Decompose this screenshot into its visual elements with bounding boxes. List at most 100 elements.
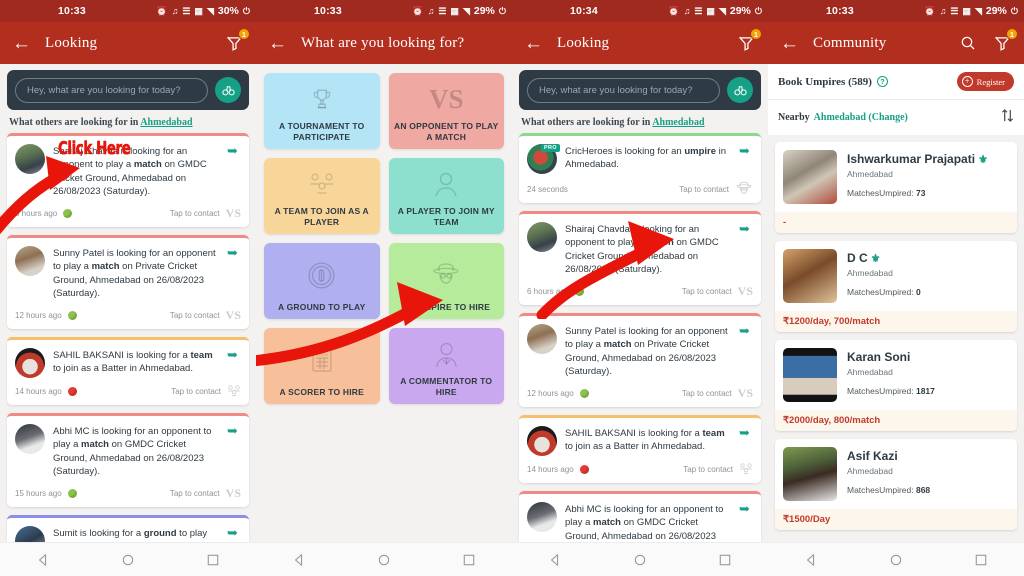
nav-recents-icon[interactable] bbox=[975, 554, 987, 566]
subheading-location[interactable]: Ahmedabad bbox=[652, 117, 704, 128]
avatar bbox=[783, 249, 837, 303]
vibrate-icon: ♫ bbox=[427, 6, 435, 16]
list-item[interactable]: SAHIL BAKSANI is looking for a team to j… bbox=[519, 414, 761, 483]
option-ground[interactable]: A GROUND TO PLAY bbox=[264, 243, 380, 319]
share-icon[interactable]: ➥ bbox=[227, 144, 241, 199]
share-icon[interactable]: ➥ bbox=[227, 526, 241, 542]
binoculars-icon[interactable] bbox=[215, 77, 241, 103]
avatar bbox=[15, 525, 45, 542]
nav-home-icon[interactable] bbox=[122, 554, 134, 566]
nav-home-icon[interactable] bbox=[890, 554, 902, 566]
option-label: A PLAYER TO JOIN MY TEAM bbox=[397, 205, 495, 227]
share-icon[interactable]: ➥ bbox=[739, 502, 753, 542]
scorer-icon: SCORE bbox=[269, 334, 375, 387]
share-icon[interactable]: ➥ bbox=[739, 144, 753, 174]
verified-badge-icon: ⚜ bbox=[870, 252, 881, 265]
system-nav-bar bbox=[768, 542, 1024, 576]
list-item-text: CricHeroes is looking for an umpire in A… bbox=[565, 144, 731, 174]
timestamp: 14 hours ago bbox=[527, 465, 574, 475]
nav-recents-icon[interactable] bbox=[719, 554, 731, 566]
option-team[interactable]: A TEAM TO JOIN AS A PLAYER bbox=[264, 158, 380, 234]
back-arrow-icon[interactable]: ← bbox=[524, 34, 543, 53]
list-item[interactable]: Abhi MC is looking for an opponent to pl… bbox=[519, 490, 761, 542]
list-item[interactable]: Abhi MC is looking for an opponent to pl… bbox=[7, 412, 249, 507]
tap-to-contact[interactable]: Tap to contact bbox=[679, 185, 729, 194]
list-item[interactable]: D C ⚜ Ahmedabad MatchesUmpired: 0 ₹1200/… bbox=[775, 241, 1017, 332]
nav-home-icon[interactable] bbox=[378, 554, 390, 566]
nav-back-icon[interactable] bbox=[549, 553, 561, 566]
tap-to-contact[interactable]: Tap to contact bbox=[170, 489, 220, 498]
cricket-ball-icon bbox=[67, 387, 77, 397]
tap-to-contact[interactable]: Tap to contact bbox=[682, 287, 732, 296]
app-bar: ← Looking 1 bbox=[512, 22, 768, 64]
register-label: Register bbox=[976, 76, 1005, 87]
tap-to-contact[interactable]: Tap to contact bbox=[683, 465, 733, 474]
option-tournament[interactable]: A TOURNAMENT TO PARTICIPATE bbox=[264, 73, 380, 149]
umpire-fee: ₹1200/day, 700/match bbox=[775, 311, 1017, 332]
vibrate-icon: ♫ bbox=[171, 6, 179, 16]
nearby-city-change[interactable]: Ahmedabad (Change) bbox=[814, 112, 908, 123]
share-icon[interactable]: ➥ bbox=[227, 424, 241, 479]
avatar bbox=[527, 425, 557, 456]
list-item[interactable]: PRO CricHeroes is looking for an umpire … bbox=[519, 133, 761, 203]
filter-icon[interactable]: 1 bbox=[736, 28, 762, 53]
tap-to-contact[interactable]: Tap to contact bbox=[170, 209, 220, 218]
list-item[interactable]: Asif Kazi Ahmedabad MatchesUmpired: 868 … bbox=[775, 439, 1017, 530]
option-commentator[interactable]: A COMMENTATOR TO HIRE bbox=[388, 328, 504, 404]
text-bold: match bbox=[645, 237, 674, 249]
vs-icon: VS bbox=[225, 205, 241, 220]
search-input[interactable]: Hey, what are you looking for today? bbox=[15, 77, 208, 103]
nav-back-icon[interactable] bbox=[37, 553, 49, 566]
list-item[interactable]: Sumit is looking for a ground to play ➥ bbox=[7, 514, 249, 542]
share-icon[interactable]: ➥ bbox=[227, 246, 241, 301]
nav-recents-icon[interactable] bbox=[207, 554, 219, 566]
list-item[interactable]: Sunny Patel is looking for an opponent t… bbox=[519, 312, 761, 407]
text-after: to join as a Batter in Ahmedabad. bbox=[53, 363, 193, 375]
option-umpire[interactable]: AN UMPIRE TO HIRE bbox=[388, 243, 504, 319]
list-item[interactable]: Ishwarkumar Prajapati ⚜ Ahmedabad Matche… bbox=[775, 142, 1017, 233]
team-icon bbox=[739, 463, 753, 477]
subheading-location[interactable]: Ahmedabad bbox=[140, 117, 192, 128]
help-icon[interactable]: ? bbox=[876, 76, 888, 87]
nav-home-icon[interactable] bbox=[634, 554, 646, 566]
list-item[interactable]: Shairaj Chavda is looking for an opponen… bbox=[519, 211, 761, 305]
list-item[interactable]: Karan Soni Ahmedabad MatchesUmpired: 181… bbox=[775, 340, 1017, 431]
option-scorer[interactable]: SCORE A SCORER TO HIRE bbox=[264, 328, 380, 404]
list-item[interactable]: SAHIL BAKSANI is looking for a team to j… bbox=[7, 336, 249, 405]
back-arrow-icon[interactable]: ← bbox=[780, 34, 799, 53]
nav-recents-icon[interactable] bbox=[463, 554, 475, 566]
system-nav-bar bbox=[256, 542, 512, 576]
search-icon[interactable] bbox=[958, 33, 978, 53]
search-input[interactable]: Hey, what are you looking for today? bbox=[527, 77, 720, 103]
filter-icon[interactable]: 1 bbox=[224, 28, 250, 53]
option-player[interactable]: A PLAYER TO JOIN MY TEAM bbox=[388, 158, 504, 234]
nav-back-icon[interactable] bbox=[293, 553, 305, 566]
tap-to-contact[interactable]: Tap to contact bbox=[170, 311, 220, 320]
tap-to-contact[interactable]: Tap to contact bbox=[682, 389, 732, 398]
back-arrow-icon[interactable]: ← bbox=[268, 34, 287, 53]
share-icon[interactable]: ➥ bbox=[227, 348, 241, 378]
option-opponent[interactable]: VS AN OPPONENT TO PLAY A MATCH bbox=[388, 73, 504, 149]
list-item-text: Sumit is looking for a ground to play bbox=[53, 526, 219, 542]
list-item-text: Sunny Patel is looking for an opponent t… bbox=[565, 324, 731, 379]
battery-icon: ⏻ bbox=[242, 5, 250, 16]
umpire-name: D C bbox=[847, 251, 868, 265]
matches-count: 0 bbox=[915, 287, 921, 297]
list-item[interactable]: Sunny Patel is looking for an opponent t… bbox=[7, 234, 249, 329]
back-arrow-icon[interactable]: ← bbox=[12, 34, 31, 53]
click-here-annotation: Click Here bbox=[58, 138, 131, 160]
tap-to-contact[interactable]: Tap to contact bbox=[171, 387, 221, 396]
panel-body: Hey, what are you looking for today? Wha… bbox=[0, 64, 256, 542]
nav-back-icon[interactable] bbox=[805, 553, 817, 566]
register-button[interactable]: + Register bbox=[956, 72, 1014, 91]
filter-icon[interactable]: 1 bbox=[992, 28, 1018, 53]
umpire-fee: ₹2000/day, 800/match bbox=[775, 410, 1017, 431]
vibrate-icon: ♫ bbox=[683, 6, 691, 16]
sort-icon[interactable] bbox=[1001, 108, 1014, 127]
share-icon[interactable]: ➥ bbox=[739, 222, 753, 277]
search-bar[interactable]: Hey, what are you looking for today? bbox=[7, 70, 249, 110]
search-bar[interactable]: Hey, what are you looking for today? bbox=[519, 70, 761, 110]
share-icon[interactable]: ➥ bbox=[739, 426, 753, 456]
binoculars-icon[interactable] bbox=[727, 77, 753, 103]
share-icon[interactable]: ➥ bbox=[739, 324, 753, 379]
